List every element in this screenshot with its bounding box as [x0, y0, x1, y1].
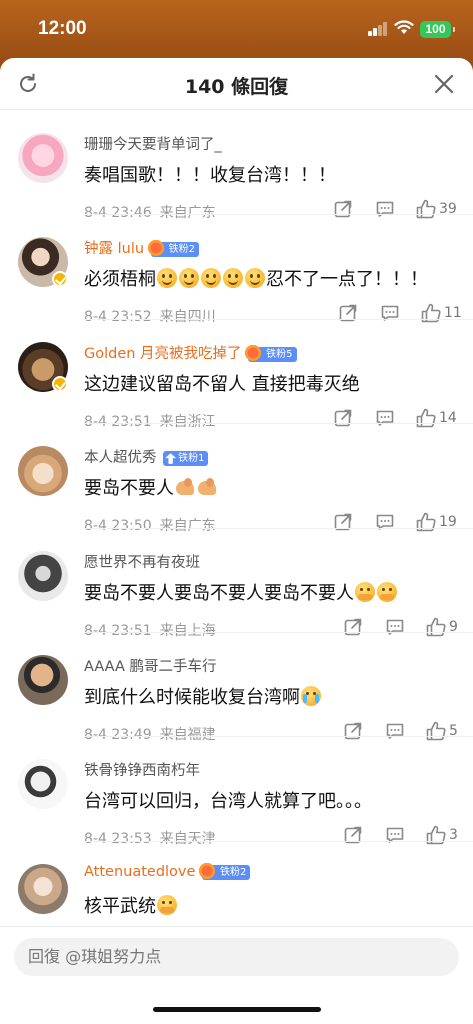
battery-indicator: 100: [420, 21, 455, 38]
username-text: Attenuatedlove: [84, 863, 196, 880]
comment-item: Golden 月亮被我吃掉了 铁粉5 这边建议留岛不留人 直接把毒灭绝 8-4 …: [0, 320, 473, 430]
avatar[interactable]: [18, 550, 68, 601]
fan-badge: 铁粉2: [198, 860, 251, 880]
comment-item: 本人超优秀 铁粉1 要岛不要人 8-4 23:50 来自广东 19: [0, 424, 473, 534]
comment-username[interactable]: Golden 月亮被我吃掉了 铁粉5: [84, 342, 297, 363]
comment-text-part: 忍不了一点了！！！: [266, 269, 428, 291]
avatar[interactable]: [18, 446, 68, 497]
verified-badge-icon: [52, 375, 68, 392]
reply-input[interactable]: [14, 938, 459, 976]
smile-emoji-icon: [157, 268, 177, 289]
comment-text-part: 要岛不要人: [84, 478, 174, 500]
comment-text-part: 到底什么时候能收复台湾啊: [84, 686, 300, 708]
comment-username[interactable]: 本人超优秀 铁粉1: [84, 446, 209, 467]
comment-text-part: 要岛不要人要岛不要人要岛不要人: [84, 582, 354, 604]
comment-text: 到底什么时候能收复台湾啊: [84, 683, 322, 709]
sheet-title: 140 條回復: [184, 76, 289, 98]
sheet-header: 140 條回復: [0, 58, 473, 110]
comment-text: 要岛不要人要岛不要人要岛不要人: [84, 579, 398, 605]
username-text: Golden 月亮被我吃掉了: [84, 345, 242, 362]
comment-item: 愿世界不再有夜班 要岛不要人要岛不要人要岛不要人 8-4 23:51 来自上海 9: [0, 529, 473, 639]
face-with-hand-emoji-icon: [377, 581, 397, 602]
comment-text: 核平武统: [84, 892, 178, 918]
username-text: 本人超优秀: [84, 450, 157, 467]
status-time: 12:00: [38, 18, 87, 39]
username-text: 钟露 lulu: [84, 241, 145, 258]
comment-item: 珊珊今天要背单词了_ 奏唱国歌！！！收复台湾！！！ 8-4 23:46 来自广东 …: [0, 111, 473, 221]
comment-text: 这边建议留岛不留人 直接把毒灭绝: [84, 373, 360, 395]
replies-sheet: 140 條回復 珊珊今天要背单词了_ 奏唱国歌！！！收复台湾！！！ 8-4 23…: [0, 58, 473, 1024]
fan-badge: 铁粉5: [244, 342, 297, 362]
comment-username[interactable]: 珊珊今天要背单词了_: [84, 133, 222, 154]
face-with-hand-emoji-icon: [355, 581, 375, 602]
fan-badge: 铁粉2: [146, 238, 200, 258]
smile-emoji-icon: [201, 268, 221, 289]
avatar[interactable]: [18, 863, 68, 914]
comment-text: 台湾可以回归，台湾人就算了吧。。。: [84, 791, 372, 813]
comment-username[interactable]: AAAA 鹏哥二手车行: [84, 655, 217, 676]
signal-icon: [368, 22, 388, 36]
crying-face-emoji-icon: [301, 685, 321, 706]
avatar[interactable]: [18, 759, 68, 810]
status-bar: 12:00 100: [0, 0, 473, 60]
avatar[interactable]: [18, 133, 68, 183]
comment-username[interactable]: Attenuatedlove 铁粉2: [84, 860, 251, 880]
smile-emoji-icon: [223, 268, 243, 289]
flexed-biceps-emoji-icon: [175, 477, 195, 497]
comment-text: 要岛不要人: [84, 474, 218, 500]
comment-text-part: 核平武统: [84, 895, 156, 917]
avatar[interactable]: [18, 654, 68, 705]
comment-text: 奏唱国歌！！！收复台湾！！！: [84, 165, 336, 186]
comment-text-part: 必须梧桐: [84, 269, 156, 291]
home-indicator: [153, 1007, 321, 1012]
comment-username[interactable]: 愿世界不再有夜班: [84, 551, 200, 572]
close-icon[interactable]: [433, 73, 455, 95]
wifi-icon: [394, 20, 414, 34]
face-with-hand-emoji-icon: [157, 894, 177, 915]
comment-list: 珊珊今天要背单词了_ 奏唱国歌！！！收复台湾！！！ 8-4 23:46 来自广东 …: [0, 111, 473, 947]
smile-emoji-icon: [245, 268, 265, 289]
comment-username[interactable]: 钟露 lulu 铁粉2: [84, 237, 200, 258]
comment-item: 铁骨铮铮西南朽年 台湾可以回归，台湾人就算了吧。。。 8-4 23:53 来自天津…: [0, 737, 473, 847]
comment-text: 必须梧桐 忍不了一点了！！！: [84, 265, 428, 291]
verified-badge-icon: [52, 271, 68, 288]
fan-badge: 铁粉1: [163, 451, 209, 467]
comment-item: AAAA 鹏哥二手车行 到底什么时候能收复台湾啊 8-4 23:49 来自福建 5: [0, 633, 473, 743]
comment-item: 钟露 lulu 铁粉2 必须梧桐 忍不了一点了！！！ 8-4 23:52 来自四川 …: [0, 215, 473, 325]
smile-emoji-icon: [179, 268, 199, 289]
flexed-biceps-emoji-icon: [197, 477, 217, 497]
comment-username[interactable]: 铁骨铮铮西南朽年: [84, 759, 200, 780]
